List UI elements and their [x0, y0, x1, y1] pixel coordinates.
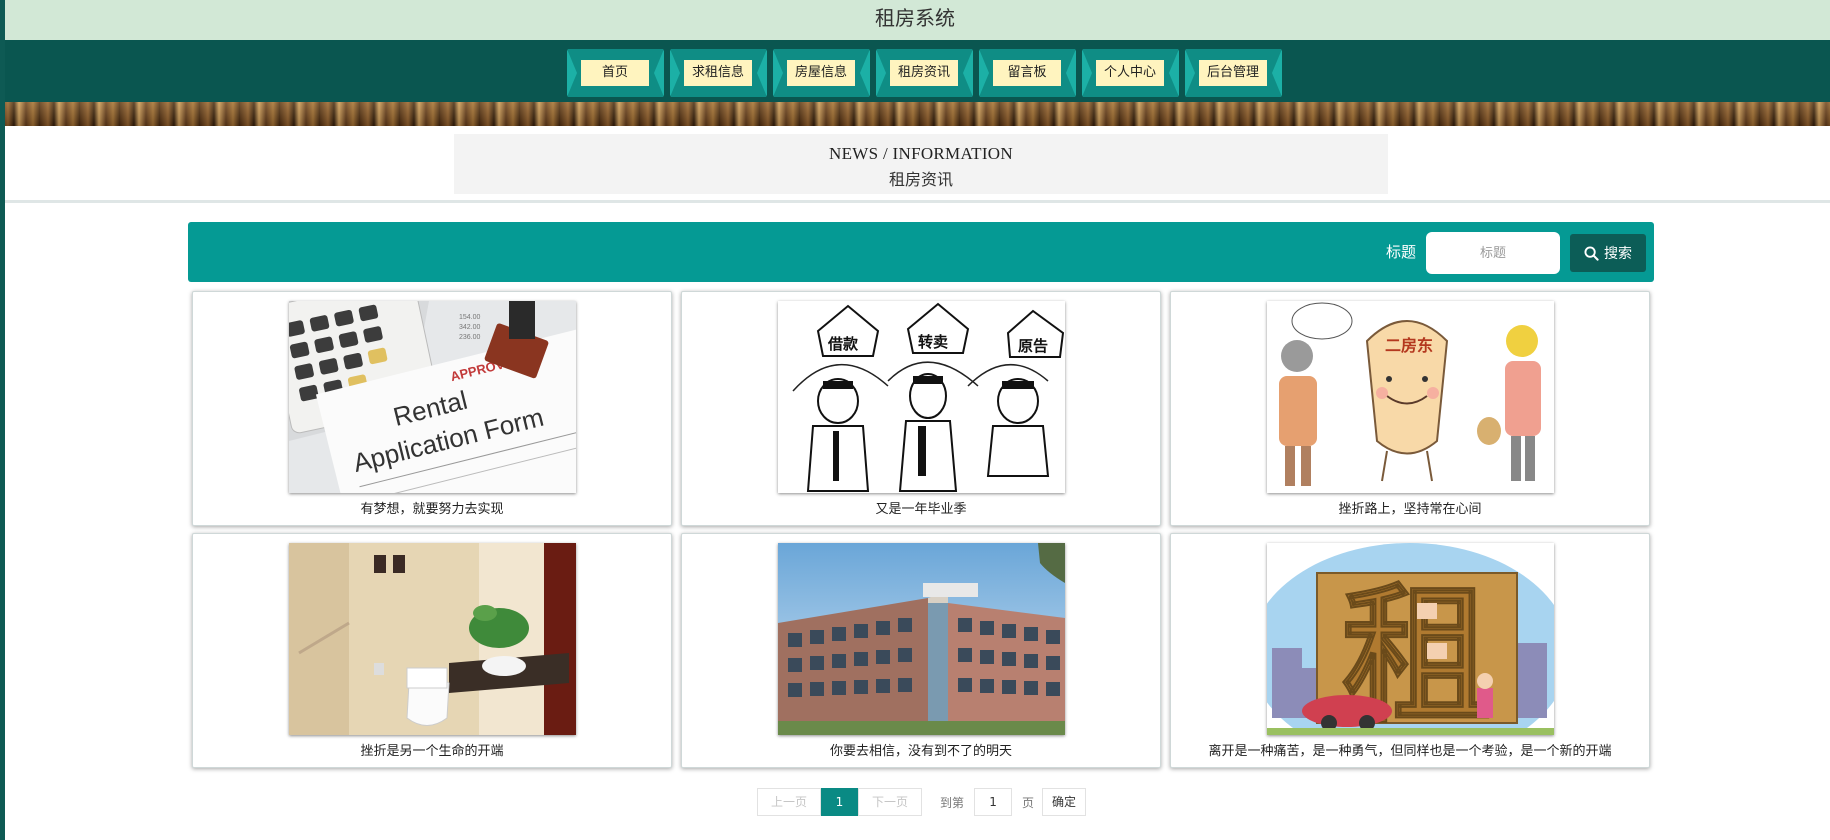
search-button-label: 搜索	[1604, 246, 1632, 262]
image-text: 借款	[827, 335, 859, 353]
news-card[interactable]: 借款 转卖 原告 又是一年毕业季	[681, 291, 1161, 526]
section-title-cn: 租房资讯	[888, 170, 953, 189]
news-thumbnail[interactable]	[289, 543, 576, 735]
news-caption[interactable]: 离开是一种痛苦，是一种勇气，但同样也是一个考验，是一个新的开端	[1171, 740, 1649, 759]
nav-item-label[interactable]: 房屋信息	[787, 60, 855, 86]
search-label: 标题	[1386, 243, 1417, 261]
news-thumbnail[interactable]: 二房东	[1267, 301, 1554, 493]
news-thumbnail[interactable]: 借款 转卖 原告	[778, 301, 1065, 493]
news-card[interactable]: 二房东 挫折路上，坚持常在心间	[1170, 291, 1650, 526]
news-card[interactable]: Rental Application Form APPROVED 154.00 3…	[192, 291, 672, 526]
news-thumbnail[interactable]: 租	[1267, 543, 1554, 735]
news-caption[interactable]: 你要去相信，没有到不了的明天	[682, 740, 1160, 759]
window-left-edge	[0, 0, 5, 840]
goto-prefix: 到第	[940, 795, 965, 810]
image-text: 转卖	[918, 333, 948, 351]
svg-text:236.00: 236.00	[459, 334, 481, 341]
news-caption[interactable]: 又是一年毕业季	[682, 498, 1160, 517]
goto-suffix: 页	[1022, 795, 1035, 810]
site-title: 租房系统	[875, 6, 955, 30]
news-thumbnail[interactable]: Rental Application Form APPROVED 154.00 3…	[289, 301, 576, 493]
svg-text:154.00: 154.00	[459, 314, 481, 321]
nav-item-home[interactable]: 首页	[567, 49, 664, 97]
nav-item-label[interactable]: 个人中心	[1096, 60, 1164, 86]
search-input[interactable]	[1426, 232, 1560, 274]
nav-item-personal-center[interactable]: 个人中心	[1082, 49, 1179, 97]
news-card[interactable]: 挫折是另一个生命的开端	[192, 533, 672, 768]
news-caption[interactable]: 挫折路上，坚持常在心间	[1171, 498, 1649, 517]
nav-item-admin[interactable]: 后台管理	[1185, 49, 1282, 97]
search-button[interactable]: 搜索	[1570, 234, 1646, 272]
search-icon	[1584, 245, 1599, 261]
current-page-button[interactable]: 1	[821, 788, 858, 816]
banner-image-strip	[0, 102, 1830, 126]
image-text: 原告	[1018, 337, 1048, 355]
section-heading: NEWS / INFORMATION 租房资讯	[454, 134, 1388, 194]
news-card[interactable]: 你要去相信，没有到不了的明天	[681, 533, 1161, 768]
news-caption[interactable]: 有梦想，就要努力去实现	[193, 498, 671, 517]
nav-item-news[interactable]: 租房资讯	[876, 49, 973, 97]
nav-item-label[interactable]: 留言板	[993, 60, 1061, 86]
nav-item-label[interactable]: 首页	[581, 60, 649, 86]
nav-item-label[interactable]: 后台管理	[1199, 60, 1267, 86]
divider	[0, 200, 1830, 203]
prev-page-button[interactable]: 上一页	[757, 788, 821, 816]
news-thumbnail[interactable]	[778, 543, 1065, 735]
news-caption[interactable]: 挫折是另一个生命的开端	[193, 740, 671, 759]
nav-item-rent-requests[interactable]: 求租信息	[670, 49, 767, 97]
nav-tabs: 首页 求租信息 房屋信息 租房资讯 留言板 个人中心 后台管理	[567, 49, 1289, 97]
goto-confirm-button[interactable]: 确定	[1042, 788, 1087, 816]
goto-page-input[interactable]: 1	[974, 788, 1013, 816]
next-page-button[interactable]: 下一页	[858, 788, 922, 816]
svg-text:342.00: 342.00	[459, 324, 481, 331]
nav-item-label[interactable]: 求租信息	[684, 60, 752, 86]
nav-item-message-board[interactable]: 留言板	[979, 49, 1076, 97]
site-title-bar: 租房系统	[0, 0, 1830, 40]
news-card[interactable]: 租 离开是一种痛苦，是一种勇气，但同样也是一个考验，是一个新的开端	[1170, 533, 1650, 768]
search-bar: 标题 搜索	[188, 222, 1654, 282]
image-text: 二房东	[1385, 336, 1433, 355]
pagination: 上一页 1 下一页 到第 1 页 确定	[757, 788, 1087, 816]
section-title-en: NEWS / INFORMATION	[829, 144, 1013, 163]
nav-item-label[interactable]: 租房资讯	[890, 60, 958, 86]
nav-item-houses[interactable]: 房屋信息	[773, 49, 870, 97]
